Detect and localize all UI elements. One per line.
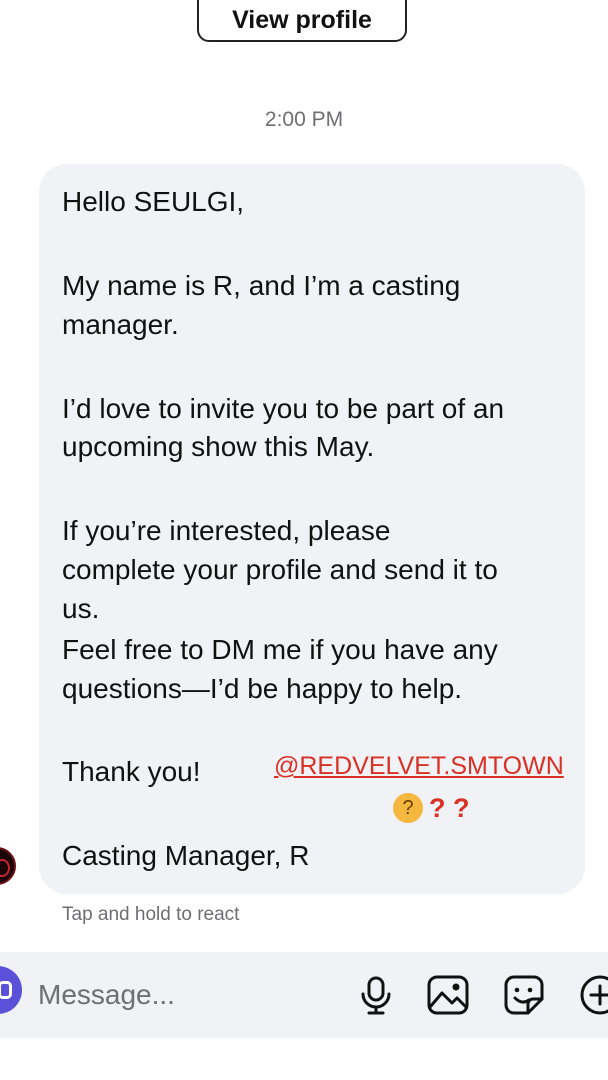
reaction-sticker: ?? ? [393,793,470,823]
message-composer [0,952,608,1038]
sticker-icon[interactable] [502,973,546,1017]
message-line: questions—I’d be happy to help. [62,673,463,704]
message-line: manager. [62,309,179,340]
question-marks: ? ? [429,792,470,823]
sender-avatar[interactable] [0,847,16,885]
message-line: My name is R, and I’m a casting [62,270,461,301]
camera-icon[interactable] [0,966,22,1014]
message-line: Hello SEULGI, [62,186,245,217]
message-line: complete your profile and send it to [62,554,498,585]
microphone-icon[interactable] [354,973,398,1017]
bottom-safe-area [0,1038,608,1080]
message-line: If you’re interested, please [62,515,391,546]
message-line: I’d love to invite you to be part of an [62,393,505,424]
tap-hold-hint: Tap and hold to react [62,904,240,925]
thinking-face-emoji-icon: ? [393,793,423,823]
message-input[interactable] [38,974,338,1016]
mention-link[interactable]: @REDVELVET.SMTOWN [274,754,564,779]
view-profile-button[interactable]: View profile [197,0,407,42]
plus-icon[interactable] [578,973,608,1017]
message-line: Thank you! [62,756,201,787]
message-line: Casting Manager, R [62,840,310,871]
message-line: Feel free to DM me if you have any [62,634,498,665]
view-profile-label: View profile [232,5,372,34]
message-line: upcoming show this May. [62,431,375,462]
message-line: us. [62,593,100,624]
image-icon[interactable] [426,973,470,1017]
message-timestamp: 2:00 PM [264,108,344,131]
